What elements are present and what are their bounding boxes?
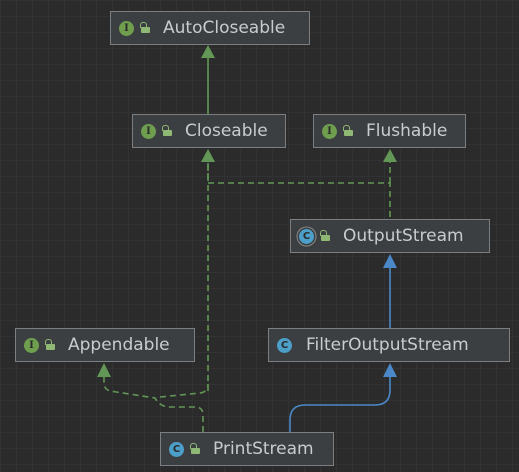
- interface-icon: I: [119, 20, 134, 36]
- node-label: Flushable: [366, 121, 448, 141]
- arrowhead-filteroutputstream: [383, 363, 397, 377]
- edge-outputstream-to-closeable: [207, 162, 391, 217]
- arrowhead-closeable-top: [201, 149, 215, 162]
- class-icon: C: [277, 337, 292, 353]
- interface-icon: I: [24, 337, 39, 353]
- arrowhead-flushable: [383, 149, 397, 162]
- arrowhead-autocloseable: [201, 45, 215, 58]
- node-filteroutputstream[interactable]: C FilterOutputStream: [268, 328, 510, 362]
- node-printstream[interactable]: C PrintStream: [160, 432, 334, 466]
- abstract-class-icon: C: [299, 228, 314, 244]
- lock-icon: [342, 125, 354, 137]
- node-closeable[interactable]: I Closeable: [132, 114, 286, 148]
- class-icon: C: [169, 441, 184, 457]
- node-label: AutoCloseable: [163, 18, 286, 38]
- lock-icon: [44, 339, 56, 351]
- node-label: Closeable: [185, 121, 268, 141]
- lock-icon: [139, 22, 151, 34]
- node-label: OutputStream: [343, 226, 464, 246]
- node-appendable[interactable]: I Appendable: [15, 328, 195, 362]
- lock-icon: [161, 125, 173, 137]
- edge-printstream-to-filteroutputstream: [289, 377, 391, 432]
- lock-icon: [189, 443, 201, 455]
- interface-icon: I: [141, 123, 156, 139]
- edge-printstream-to-appendable: [103, 377, 204, 432]
- node-outputstream[interactable]: C OutputStream: [290, 219, 490, 253]
- node-label: FilterOutputStream: [306, 335, 469, 355]
- arrowhead-appendable: [97, 363, 111, 377]
- node-label: Appendable: [68, 335, 170, 355]
- node-label: PrintStream: [213, 439, 314, 459]
- lock-icon: [319, 230, 331, 242]
- edge-printstream-closeable-branch: [159, 383, 209, 398]
- node-flushable[interactable]: I Flushable: [313, 114, 466, 148]
- diagram-canvas: I AutoCloseable I Closeable I Flushable …: [0, 0, 519, 472]
- interface-icon: I: [322, 123, 337, 139]
- arrowhead-outputstream: [383, 254, 397, 268]
- node-autocloseable[interactable]: I AutoCloseable: [110, 11, 310, 45]
